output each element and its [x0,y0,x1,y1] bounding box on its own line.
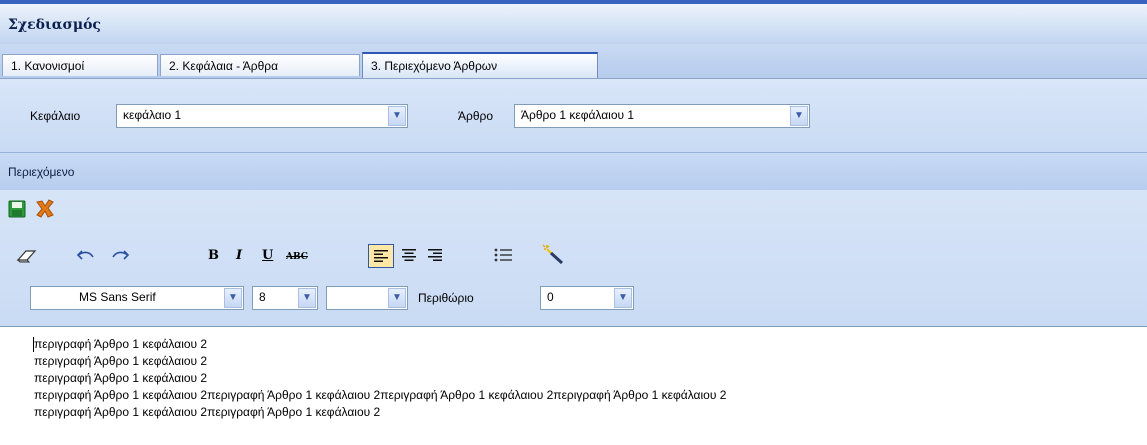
designer-window: Σχεδιασμός 1. Κανονισμοί 2. Κεφάλαια - Ά… [0,0,1147,445]
margin-select[interactable]: 0 ▼ [540,286,634,310]
editor-toolbar: B I U ABC MS Sans Serif ▼ 8 ▼ ▼ Περιθώρι… [0,190,1147,326]
font-name-select[interactable]: MS Sans Serif ▼ [30,286,244,310]
chevron-down-icon[interactable]: ▼ [388,106,406,126]
article-label: Άρθρο [458,109,494,123]
tab-label: 1. Κανονισμοί [11,59,85,73]
chapter-select[interactable]: κεφάλαιο 1 ▼ [116,104,408,128]
margin-value: 0 [547,290,554,304]
cancel-icon[interactable] [34,198,56,223]
chevron-down-icon[interactable]: ▼ [298,288,316,308]
bullet-list-icon[interactable] [494,248,512,265]
title-bar: Σχεδιασμός [0,0,1147,44]
editor-line: περιγραφή Άρθρο 1 κεφάλαιου 2περιγραφή Ά… [34,388,727,402]
editor-line: περιγραφή Άρθρο 1 κεφάλαιου 2 [34,371,208,385]
font-name-value: MS Sans Serif [79,290,156,304]
chapter-label: Κεφάλαιο [30,109,81,123]
chevron-down-icon[interactable]: ▼ [614,288,632,308]
margin-label: Περιθώριο [418,291,474,305]
chevron-down-icon[interactable]: ▼ [388,288,406,308]
window-title: Σχεδιασμός [8,17,101,33]
article-select[interactable]: Άρθρο 1 κεφάλαιου 1 ▼ [514,104,810,128]
font-size-select[interactable]: 8 ▼ [252,286,318,310]
content-editor[interactable]: περιγραφή Άρθρο 1 κεφάλαιου 2 περιγραφή … [0,326,1147,445]
italic-button[interactable]: I [236,248,242,263]
eraser-icon[interactable] [16,248,38,267]
article-value: Άρθρο 1 κεφάλαιου 1 [521,108,635,122]
editor-line: περιγραφή Άρθρο 1 κεφάλαιου 2 [34,354,208,368]
align-left-icon [374,250,388,262]
redo-icon[interactable] [110,248,130,265]
magic-wand-icon[interactable] [542,244,566,269]
tab-label: 2. Κεφάλαια - Άρθρα [169,59,279,73]
font-size-value: 8 [259,290,266,304]
bold-button[interactable]: B [208,248,219,263]
selection-panel: Κεφάλαιο κεφάλαιο 1 ▼ Άρθρο Άρθρο 1 κεφά… [0,78,1147,153]
align-right-icon[interactable] [428,249,442,264]
chevron-down-icon[interactable]: ▼ [790,106,808,126]
align-left-button[interactable] [368,244,394,268]
chapter-value: κεφάλαιο 1 [123,108,182,122]
align-center-icon[interactable] [402,249,416,264]
underline-button[interactable]: U [262,248,273,263]
section-title: Περιεχόμενο [8,165,75,179]
editor-line: περιγραφή Άρθρο 1 κεφάλαιου 2 [34,337,208,351]
strikethrough-button[interactable]: ABC [286,252,308,262]
undo-icon[interactable] [76,248,96,265]
color-select[interactable]: ▼ [326,286,408,310]
tab-rules[interactable]: 1. Κανονισμοί [2,54,158,76]
tab-chapters-articles[interactable]: 2. Κεφάλαια - Άρθρα [160,54,360,76]
save-icon[interactable] [8,200,26,221]
tab-article-content[interactable]: 3. Περιεχόμενο Άρθρων [362,52,598,78]
tab-strip: 1. Κανονισμοί 2. Κεφάλαια - Άρθρα 3. Περ… [0,44,1147,78]
editor-line: περιγραφή Άρθρο 1 κεφάλαιου 2περιγραφή Ά… [34,405,381,419]
chevron-down-icon[interactable]: ▼ [224,288,242,308]
tab-label: 3. Περιεχόμενο Άρθρων [371,59,498,73]
content-section-header: Περιεχόμενο [0,152,1147,191]
